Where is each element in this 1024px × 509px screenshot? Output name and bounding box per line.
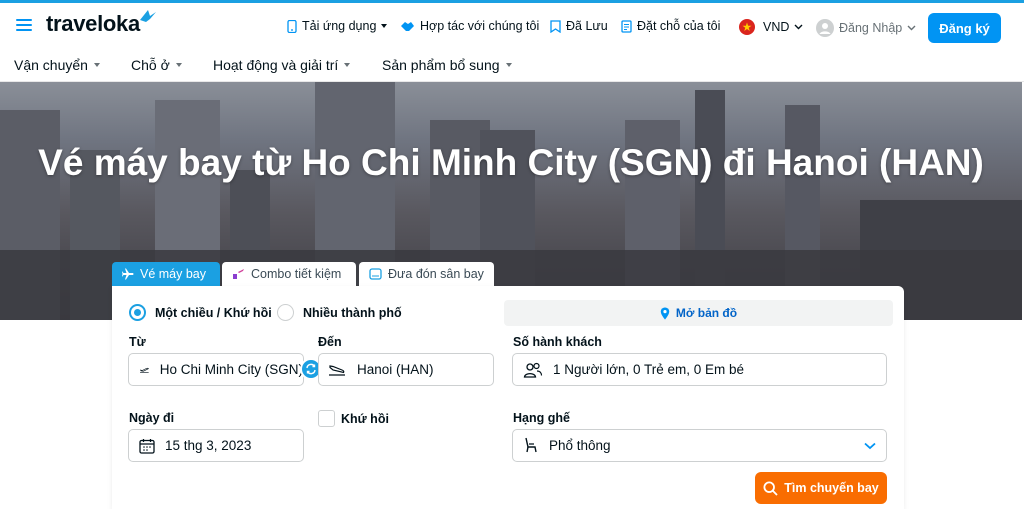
departure-date-field[interactable]: 15 thg 3, 2023 xyxy=(128,429,304,462)
nav-download-app[interactable]: Tải ứng dụng xyxy=(287,19,388,33)
to-field[interactable]: Hanoi (HAN) xyxy=(318,353,494,386)
tab-combo[interactable]: Combo tiết kiệm xyxy=(222,262,356,286)
top-bar: traveloka Tải ứng dụng Hợp tác với chúng… xyxy=(0,0,1024,48)
seat-icon xyxy=(525,437,537,453)
from-field[interactable]: Ho Chi Minh City (SGN) xyxy=(128,353,304,386)
passengers-label: Số hành khách xyxy=(513,335,602,349)
login-button[interactable]: Đăng Nhập xyxy=(816,19,916,37)
subnav-extras-label: Sản phẩm bổ sung xyxy=(382,57,500,73)
chevron-down-icon xyxy=(381,24,388,28)
departure-date-value: 15 thg 3, 2023 xyxy=(165,438,252,453)
nav-my-bookings[interactable]: Đặt chỗ của tôi xyxy=(621,19,720,33)
nav-download-app-label: Tải ứng dụng xyxy=(302,19,377,33)
login-label: Đăng Nhập xyxy=(839,21,903,35)
logo-bird-icon xyxy=(140,10,156,22)
bookmark-icon xyxy=(550,19,561,33)
search-icon xyxy=(763,480,778,496)
caret-down-icon xyxy=(505,63,512,67)
subnav-transport[interactable]: Vận chuyển xyxy=(14,57,100,73)
open-map-button[interactable]: Mở bản đồ xyxy=(504,300,893,326)
car-icon xyxy=(369,268,382,280)
nav-partner[interactable]: Hợp tác với chúng tôi xyxy=(400,19,539,33)
to-label: Đến xyxy=(318,335,342,349)
tab-flights[interactable]: Vé máy bay xyxy=(112,262,220,286)
tab-airport-transfer-label: Đưa đón sân bay xyxy=(388,267,484,281)
takeoff-icon xyxy=(140,367,149,373)
tab-combo-label: Combo tiết kiệm xyxy=(251,267,342,281)
nav-saved-label: Đã Lưu xyxy=(566,19,608,33)
subnav-extras[interactable]: Sản phẩm bổ sung xyxy=(382,57,512,73)
tab-airport-transfer[interactable]: Đưa đón sân bay xyxy=(359,262,494,286)
search-flights-label: Tìm chuyến bay xyxy=(784,481,879,495)
subnav-activities[interactable]: Hoạt động và giải trí xyxy=(213,57,351,73)
seat-class-select[interactable]: Phổ thông xyxy=(512,429,887,462)
chevron-down-icon xyxy=(907,25,916,31)
phone-icon xyxy=(287,19,297,33)
from-value: Ho Chi Minh City (SGN) xyxy=(159,362,303,377)
calendar-icon xyxy=(139,438,155,454)
tab-flights-label: Vé máy bay xyxy=(140,267,207,281)
page-title: Vé máy bay từ Ho Chi Minh City (SGN) đi … xyxy=(38,142,984,183)
to-value: Hanoi (HAN) xyxy=(357,362,434,377)
currency-selector[interactable]: VND xyxy=(739,19,803,35)
register-button[interactable]: Đăng ký xyxy=(928,13,1001,43)
seat-class-label: Hạng ghế xyxy=(513,411,570,425)
user-avatar-icon xyxy=(816,19,834,37)
passengers-icon xyxy=(523,362,543,378)
chevron-down-icon xyxy=(864,442,876,450)
chevron-down-icon xyxy=(794,24,803,30)
subnav-accommodation-label: Chỗ ở xyxy=(131,57,170,73)
trip-multicity-radio[interactable] xyxy=(277,304,294,321)
seat-class-value: Phổ thông xyxy=(549,438,611,453)
trip-oneway-label: Một chiều / Khứ hồi xyxy=(155,306,272,320)
category-nav: Vận chuyển Chỗ ở Hoạt động và giải trí S… xyxy=(0,48,1024,82)
logo[interactable]: traveloka xyxy=(46,11,140,37)
subnav-transport-label: Vận chuyển xyxy=(14,57,88,73)
caret-down-icon xyxy=(175,63,182,67)
caret-down-icon xyxy=(344,63,351,67)
vietnam-flag-icon xyxy=(739,19,755,35)
passengers-field[interactable]: 1 Người lớn, 0 Trẻ em, 0 Em bé xyxy=(512,353,887,386)
receipt-icon xyxy=(621,19,632,33)
nav-my-bookings-label: Đặt chỗ của tôi xyxy=(637,19,721,33)
trip-multicity-label: Nhiều thành phố xyxy=(303,306,402,320)
trip-oneway-radio[interactable] xyxy=(129,304,146,321)
open-map-label: Mở bản đồ xyxy=(675,306,738,320)
search-flights-button[interactable]: Tìm chuyến bay xyxy=(755,472,887,504)
departure-date-label: Ngày đi xyxy=(129,411,175,425)
subnav-activities-label: Hoạt động và giải trí xyxy=(213,57,339,73)
caret-down-icon xyxy=(93,63,100,67)
nav-partner-label: Hợp tác với chúng tôi xyxy=(420,19,540,33)
return-checkbox[interactable] xyxy=(318,410,335,427)
return-label: Khứ hồi xyxy=(341,412,389,426)
swap-icon xyxy=(306,363,316,375)
nav-saved[interactable]: Đã Lưu xyxy=(550,19,608,33)
passengers-value: 1 Người lớn, 0 Trẻ em, 0 Em bé xyxy=(553,362,745,377)
handshake-icon xyxy=(401,22,414,31)
airplane-icon xyxy=(122,268,134,280)
currency-label: VND xyxy=(763,20,790,34)
subnav-accommodation[interactable]: Chỗ ở xyxy=(131,57,182,73)
menu-icon[interactable] xyxy=(16,19,32,31)
combo-plane-hotel-icon xyxy=(233,269,244,279)
from-label: Từ xyxy=(129,335,146,349)
landing-icon xyxy=(329,364,345,376)
map-pin-icon xyxy=(660,307,670,319)
